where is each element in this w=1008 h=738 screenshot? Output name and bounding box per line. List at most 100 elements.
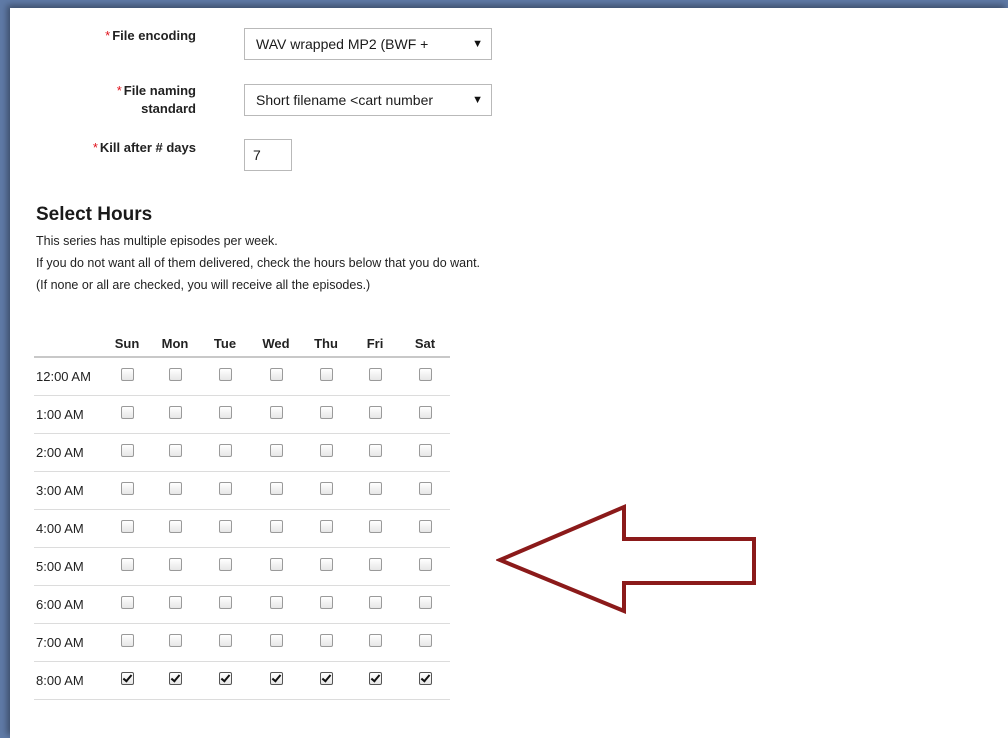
hour-checkbox-wed[interactable] [269,672,283,686]
hour-checkbox-tue[interactable] [218,444,232,458]
hour-cell [350,357,400,396]
hour-checkbox-wed[interactable] [269,520,283,534]
hour-checkbox-sat[interactable] [418,520,432,534]
hour-checkbox-mon[interactable] [168,634,182,648]
hour-checkbox-mon[interactable] [168,672,182,686]
hour-checkbox-sun[interactable] [120,634,134,648]
hour-checkbox-wed[interactable] [269,368,283,382]
hour-checkbox-sat[interactable] [418,444,432,458]
hour-checkbox-thu[interactable] [319,596,333,610]
hour-checkbox-mon[interactable] [168,482,182,496]
hour-checkbox-fri[interactable] [368,596,382,610]
hour-checkbox-tue[interactable] [218,520,232,534]
hour-checkbox-thu[interactable] [319,634,333,648]
hour-cell [302,623,350,662]
hour-cell [250,585,302,624]
file-encoding-select[interactable]: WAV wrapped MP2 (BWF + ▼ [244,28,492,60]
hour-cell [400,585,450,624]
hour-checkbox-wed[interactable] [269,444,283,458]
hour-checkbox-thu[interactable] [319,482,333,496]
hour-checkbox-sat[interactable] [418,558,432,572]
hour-checkbox-sun[interactable] [120,672,134,686]
hour-label: 6:00 AM [34,585,104,624]
hour-cell [400,509,450,548]
hour-cell [200,433,250,472]
hour-checkbox-fri[interactable] [368,520,382,534]
hour-cell [104,623,150,662]
hour-cell [400,661,450,700]
hour-checkbox-sun[interactable] [120,596,134,610]
hour-checkbox-sun[interactable] [120,482,134,496]
hour-checkbox-tue[interactable] [218,368,232,382]
hour-cell [150,661,200,700]
hour-checkbox-sat[interactable] [418,634,432,648]
hour-cell [104,471,150,510]
table-row: 5:00 AM [34,547,450,586]
hour-cell [302,661,350,700]
hour-cell [104,547,150,586]
required-marker: * [92,140,98,155]
hour-checkbox-tue[interactable] [218,634,232,648]
hour-checkbox-sun[interactable] [120,406,134,420]
hour-checkbox-thu[interactable] [319,672,333,686]
hour-checkbox-sat[interactable] [418,596,432,610]
hour-cell [302,585,350,624]
hour-checkbox-fri[interactable] [368,672,382,686]
hour-checkbox-tue[interactable] [218,482,232,496]
table-row: 1:00 AM [34,395,450,434]
hour-checkbox-thu[interactable] [319,406,333,420]
hour-checkbox-wed[interactable] [269,596,283,610]
hour-cell [400,471,450,510]
hour-checkbox-sat[interactable] [418,406,432,420]
hour-checkbox-fri[interactable] [368,444,382,458]
hour-cell [150,623,200,662]
hour-checkbox-thu[interactable] [319,368,333,382]
hour-checkbox-wed[interactable] [269,482,283,496]
hour-checkbox-sun[interactable] [120,558,134,572]
hour-checkbox-tue[interactable] [218,406,232,420]
hour-checkbox-sat[interactable] [418,672,432,686]
hour-checkbox-tue[interactable] [218,558,232,572]
hour-checkbox-wed[interactable] [269,558,283,572]
hour-checkbox-fri[interactable] [368,634,382,648]
hour-checkbox-fri[interactable] [368,558,382,572]
hour-checkbox-sat[interactable] [418,482,432,496]
hour-checkbox-thu[interactable] [319,558,333,572]
file-naming-select[interactable]: Short filename <cart number ▼ [244,84,492,116]
hour-checkbox-sun[interactable] [120,520,134,534]
chevron-down-icon: ▼ [472,94,483,106]
required-marker: * [105,28,111,43]
hour-checkbox-fri[interactable] [368,368,382,382]
hour-cell [250,509,302,548]
hour-checkbox-wed[interactable] [269,406,283,420]
description-line: (If none or all are checked, you will re… [36,278,371,292]
hour-checkbox-fri[interactable] [368,406,382,420]
hour-checkbox-wed[interactable] [269,634,283,648]
hour-cell [250,623,302,662]
hour-checkbox-mon[interactable] [168,444,182,458]
hour-cell [150,509,200,548]
hour-checkbox-fri[interactable] [368,482,382,496]
hour-cell [400,547,450,586]
hour-checkbox-mon[interactable] [168,596,182,610]
hour-checkbox-sun[interactable] [120,368,134,382]
hour-cell [350,395,400,434]
hour-checkbox-tue[interactable] [218,596,232,610]
hour-cell [302,547,350,586]
hour-checkbox-mon[interactable] [168,406,182,420]
hour-checkbox-sat[interactable] [418,368,432,382]
hour-checkbox-mon[interactable] [168,520,182,534]
hour-cell [350,585,400,624]
hour-checkbox-mon[interactable] [168,368,182,382]
hour-cell [200,585,250,624]
hour-checkbox-tue[interactable] [218,672,232,686]
hour-checkbox-mon[interactable] [168,558,182,572]
table-row: 8:00 AM [34,661,450,700]
hour-label: 3:00 AM [34,471,104,510]
hour-checkbox-thu[interactable] [319,444,333,458]
hour-cell [200,547,250,586]
hour-checkbox-sun[interactable] [120,444,134,458]
kill-days-input[interactable]: 7 [244,139,292,171]
hour-cell [104,509,150,548]
hour-checkbox-thu[interactable] [319,520,333,534]
